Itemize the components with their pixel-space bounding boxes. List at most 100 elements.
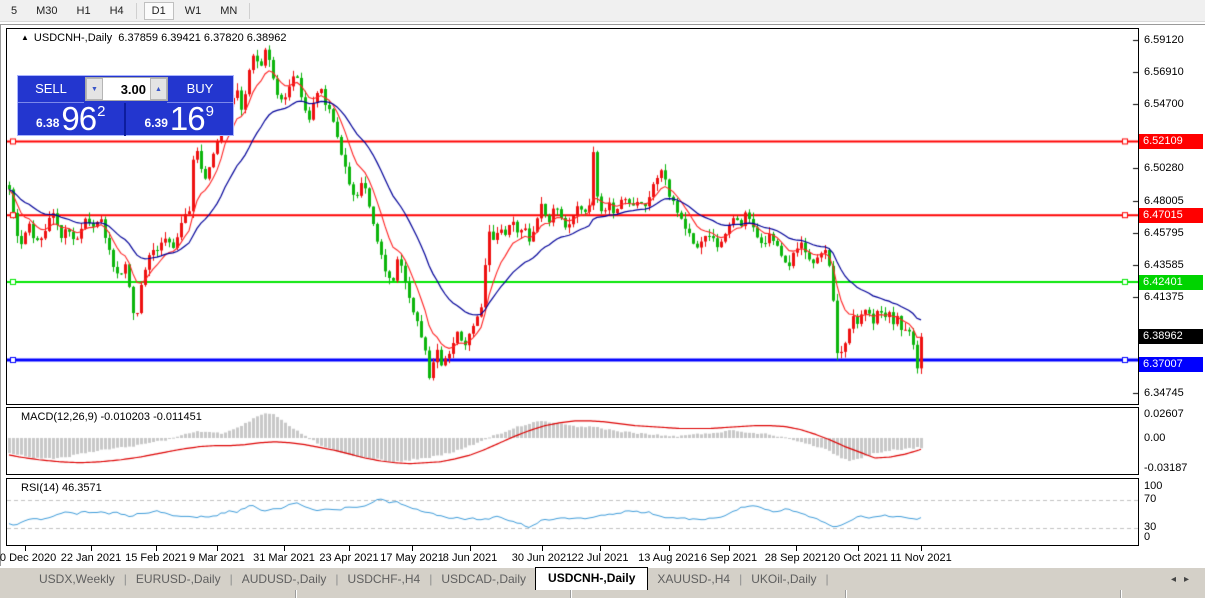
tab-usdcnh-daily[interactable]: USDCNH-,Daily <box>535 567 648 590</box>
timeframe-m30-button[interactable]: M30 <box>28 2 65 20</box>
macd-axis-tick: 0.02607 <box>1144 408 1184 420</box>
rsi-value: 46.3571 <box>62 482 102 494</box>
buy-quote[interactable]: 6.39 16 9 <box>126 103 234 136</box>
timeframe-d1-button[interactable]: D1 <box>144 2 174 20</box>
date-label: 15 Feb 2021 <box>125 552 187 564</box>
status-bar <box>0 590 1205 598</box>
buy-button[interactable]: BUY <box>167 76 233 103</box>
date-label: 30 Jun 2021 <box>512 552 573 564</box>
one-click-quote-row: 6.38 96 2 6.39 16 9 <box>18 103 233 136</box>
rsi-axis-tick: 0 <box>1144 531 1150 543</box>
window-frame-left <box>0 24 1 566</box>
rsi-title: RSI(14) <box>21 482 59 494</box>
status-divider <box>845 590 846 598</box>
price-tick: 6.41375 <box>1144 291 1184 303</box>
date-label: 22 Jul 2021 <box>572 552 629 564</box>
date-label: 11 Nov 2021 <box>890 552 952 564</box>
volume-input[interactable] <box>103 78 150 100</box>
date-tick <box>729 546 730 551</box>
date-tick <box>156 546 157 551</box>
price-tick: 6.59120 <box>1144 34 1184 46</box>
tab-ukoil-daily[interactable]: UKOil-,Daily <box>742 569 825 590</box>
level-label-last-price: 6.38962 <box>1139 329 1203 344</box>
rsi-title-row: RSI(14) 46.3571 <box>21 482 102 494</box>
macd-title: MACD(12,26,9) <box>21 411 97 423</box>
timeframe-toolbar: 5 M30 H1 H4 D1 W1 MN <box>0 0 1205 22</box>
date-tick <box>669 546 670 551</box>
trading-terminal: 5 M30 H1 H4 D1 W1 MN ▲ USDCNH-,Daily 6.37… <box>0 0 1205 598</box>
rsi-axis-tick: 100 <box>1144 480 1162 492</box>
rsi-canvas[interactable] <box>7 479 1138 545</box>
macd-value-signal: -0.011451 <box>153 411 202 423</box>
tab-usdx-weekly[interactable]: USDX,Weekly <box>30 569 124 590</box>
tab-usdchf-h4[interactable]: USDCHF-,H4 <box>339 569 430 590</box>
price-tick: 6.56910 <box>1144 66 1184 78</box>
date-tick <box>470 546 471 551</box>
macd-value-main: -0.010203 <box>100 411 150 423</box>
timeframe-h4-button[interactable]: H4 <box>102 2 132 20</box>
price-tick: 6.50280 <box>1144 162 1184 174</box>
tab-scroll-left-icon[interactable]: ◂ <box>1171 574 1184 585</box>
status-divider <box>570 590 571 598</box>
price-tick: 6.54700 <box>1144 98 1184 110</box>
macd-axis-tick: -0.03187 <box>1144 462 1187 474</box>
symbol-period-label: USDCNH-,Daily <box>34 32 112 44</box>
date-label: 20 Oct 2021 <box>828 552 888 564</box>
buy-price-pip: 9 <box>206 103 214 119</box>
date-tick <box>284 546 285 551</box>
level-label-support-blue: 6.37007 <box>1139 357 1203 372</box>
sell-price-pip: 2 <box>97 103 105 119</box>
timeframe-mn-button[interactable]: MN <box>212 2 245 20</box>
tab-audusd-daily[interactable]: AUDUSD-,Daily <box>233 569 336 590</box>
level-label-support-green: 6.42401 <box>1139 275 1203 290</box>
tab-scroll-right-icon[interactable]: ▸ <box>1184 574 1197 585</box>
collapse-arrow-icon[interactable]: ▲ <box>21 33 29 42</box>
tab-scroll-arrows: ◂▸ <box>1171 574 1197 585</box>
toolbar-separator <box>136 3 137 19</box>
date-label: 23 Apr 2021 <box>319 552 378 564</box>
chart-title: ▲ USDCNH-,Daily 6.37859 6.39421 6.37820 6… <box>21 32 287 44</box>
date-tick <box>921 546 922 551</box>
tab-usdcad-daily[interactable]: USDCAD-,Daily <box>432 569 535 590</box>
volume-decrease-button[interactable]: ▼ <box>86 78 103 100</box>
price-pane: ▲ USDCNH-,Daily 6.37859 6.39421 6.37820 6… <box>6 28 1139 405</box>
date-tick <box>542 546 543 551</box>
ohlc-values: 6.37859 6.39421 6.37820 6.38962 <box>118 32 286 44</box>
date-label: 6 Sep 2021 <box>701 552 757 564</box>
date-label: 22 Jan 2021 <box>61 552 122 564</box>
timeframe-m5-button[interactable]: 5 <box>3 2 25 20</box>
one-click-top-row: SELL ▼ ▲ BUY <box>18 76 233 103</box>
timeframe-h1-button[interactable]: H1 <box>69 2 99 20</box>
window-frame-top <box>0 24 1205 25</box>
date-tick <box>796 546 797 551</box>
macd-title-row: MACD(12,26,9) -0.010203 -0.011451 <box>21 411 202 423</box>
date-tick <box>25 546 26 551</box>
rsi-axis-tick: 70 <box>1144 493 1156 505</box>
macd-pane: MACD(12,26,9) -0.010203 -0.011451 <box>6 407 1139 475</box>
chart-tab-bar: USDX,Weekly| EURUSD-,Daily| AUDUSD-,Dail… <box>0 567 1205 590</box>
timeframe-w1-button[interactable]: W1 <box>177 2 210 20</box>
date-tick <box>91 546 92 551</box>
sell-button[interactable]: SELL <box>18 76 84 103</box>
price-tick: 6.34745 <box>1144 387 1184 399</box>
buy-price-small: 6.39 <box>145 116 168 130</box>
volume-increase-button[interactable]: ▲ <box>150 78 167 100</box>
tab-xauusd-h4[interactable]: XAUUSD-,H4 <box>648 569 739 590</box>
date-label: 8 Jun 2021 <box>443 552 497 564</box>
price-tick: 6.45795 <box>1144 227 1184 239</box>
buy-price-big: 16 <box>170 104 205 134</box>
toolbar-separator <box>249 3 250 19</box>
level-label-resistance-1: 6.52109 <box>1139 134 1203 149</box>
volume-control: ▼ ▲ <box>85 77 168 101</box>
tab-eurusd-daily[interactable]: EURUSD-,Daily <box>127 569 230 590</box>
sell-price-small: 6.38 <box>36 116 59 130</box>
date-tick <box>217 546 218 551</box>
date-label: 13 Aug 2021 <box>638 552 700 564</box>
price-tick: 6.43585 <box>1144 259 1184 271</box>
rsi-pane: RSI(14) 46.3571 <box>6 478 1139 546</box>
sell-quote[interactable]: 6.38 96 2 <box>18 103 126 136</box>
date-label: 31 Mar 2021 <box>253 552 315 564</box>
sell-price-big: 96 <box>61 104 96 134</box>
date-label: 28 Sep 2021 <box>765 552 827 564</box>
level-label-resistance-2: 6.47015 <box>1139 208 1203 223</box>
